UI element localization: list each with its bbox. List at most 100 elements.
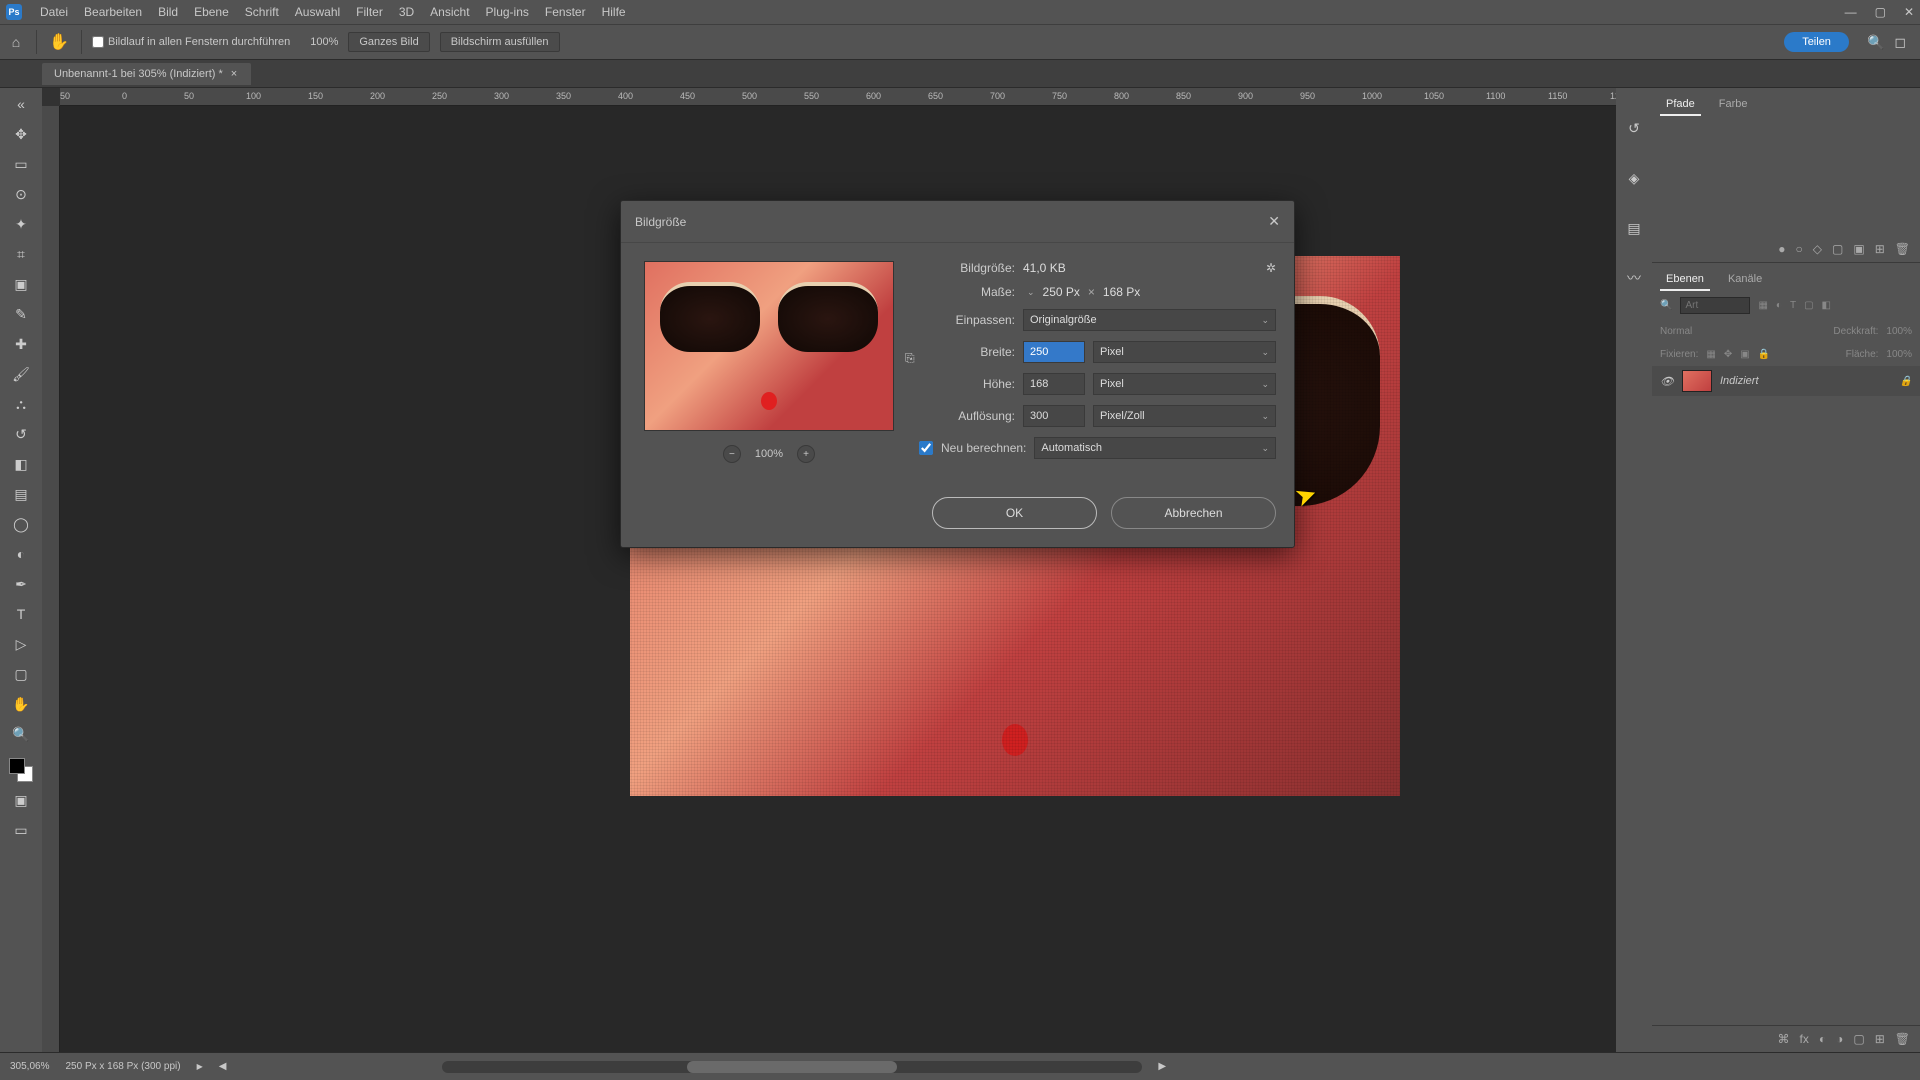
status-info-arrow-icon[interactable]: ▶ (197, 1062, 203, 1071)
menu-view[interactable]: Ansicht (422, 5, 477, 19)
screenmode-icon[interactable]: ▭ (9, 818, 33, 842)
layer-fx-icon[interactable]: fx (1800, 1032, 1809, 1046)
status-info[interactable]: 250 Px x 168 Px (300 ppi) (65, 1061, 180, 1072)
menu-select[interactable]: Auswahl (287, 5, 348, 19)
status-zoom[interactable]: 305,06% (10, 1061, 49, 1072)
menu-3d[interactable]: 3D (391, 5, 422, 19)
layer-filter-search-icon[interactable]: 🔍 (1660, 300, 1672, 311)
ok-button[interactable]: OK (932, 497, 1097, 529)
zoom-value[interactable]: 100% (310, 36, 338, 48)
tab-layers[interactable]: Ebenen (1660, 269, 1710, 291)
fit-whole-button[interactable]: Ganzes Bild (348, 32, 429, 52)
height-unit-select[interactable]: Pixel ⌄ (1093, 373, 1276, 395)
blur-tool-icon[interactable]: ◯ (9, 512, 33, 536)
window-close-icon[interactable]: ✕ (1904, 5, 1914, 19)
lock-pixels-icon[interactable]: ▦ (1706, 349, 1715, 360)
menu-type[interactable]: Schrift (237, 5, 287, 19)
frame-tool-icon[interactable]: ▣ (9, 272, 33, 296)
stamp-tool-icon[interactable]: ⛬ (9, 392, 33, 416)
wand-tool-icon[interactable]: ✦ (9, 212, 33, 236)
layers-panel-icon[interactable]: ◈ (1624, 168, 1644, 188)
dialog-close-icon[interactable]: ✕ (1268, 213, 1280, 230)
share-button[interactable]: Teilen (1784, 32, 1849, 52)
layer-visibility-icon[interactable]: 👁 (1660, 375, 1674, 388)
tab-paths[interactable]: Pfade (1660, 94, 1701, 116)
fill-screen-button[interactable]: Bildschirm ausfüllen (440, 32, 560, 52)
properties-panel-icon[interactable]: ▤ (1624, 218, 1644, 238)
dialog-gear-icon[interactable]: ✲ (1266, 261, 1276, 275)
scroll-left-icon[interactable]: ◀ (219, 1061, 227, 1072)
history-brush-tool-icon[interactable]: ↺ (9, 422, 33, 446)
color-swatch[interactable] (9, 758, 33, 782)
preview-zoom-out-button[interactable]: − (723, 445, 741, 463)
menu-filter[interactable]: Filter (348, 5, 391, 19)
app-icon[interactable]: Ps (6, 4, 22, 20)
crop-tool-icon[interactable]: ⌗ (9, 242, 33, 266)
height-input[interactable] (1023, 373, 1085, 395)
lock-all-icon[interactable]: 🔒 (1758, 349, 1770, 360)
layer-group-icon[interactable]: ▢ (1853, 1032, 1864, 1046)
menu-layer[interactable]: Ebene (186, 5, 237, 19)
layer-new-icon[interactable]: ⊞ (1875, 1032, 1885, 1046)
path-select-tool-icon[interactable]: ▷ (9, 632, 33, 656)
eraser-tool-icon[interactable]: ◧ (9, 452, 33, 476)
cancel-button[interactable]: Abbrechen (1111, 497, 1276, 529)
menu-edit[interactable]: Bearbeiten (76, 5, 150, 19)
layer-filter-smart-icon[interactable]: ◧ (1822, 300, 1831, 311)
shape-tool-icon[interactable]: ▢ (9, 662, 33, 686)
menu-image[interactable]: Bild (150, 5, 186, 19)
dodge-tool-icon[interactable]: ◐ (9, 542, 33, 566)
move-tool-icon[interactable]: ✥ (9, 122, 33, 146)
layer-row[interactable]: 👁 Indiziert 🔒 (1652, 366, 1920, 396)
pen-tool-icon[interactable]: ✒ (9, 572, 33, 596)
preview-zoom-in-button[interactable]: + (797, 445, 815, 463)
path-fill-icon[interactable]: ● (1778, 242, 1785, 256)
menu-plugins[interactable]: Plug-ins (478, 5, 537, 19)
resample-checkbox[interactable] (919, 441, 933, 455)
lasso-tool-icon[interactable]: ⊙ (9, 182, 33, 206)
window-maximize-icon[interactable]: ▢ (1875, 5, 1886, 19)
history-panel-icon[interactable]: ↺ (1624, 118, 1644, 138)
type-tool-icon[interactable]: T (9, 602, 33, 626)
menu-window[interactable]: Fenster (537, 5, 594, 19)
foreground-color-swatch[interactable] (9, 758, 25, 774)
zoom-tool-icon[interactable]: 🔍 (9, 722, 33, 746)
opacity-value[interactable]: 100% (1886, 326, 1912, 337)
hand-tool-icon[interactable]: ✋ (47, 30, 71, 54)
document-tab-close-icon[interactable]: × (231, 68, 237, 80)
tab-channels[interactable]: Kanäle (1722, 269, 1768, 291)
resample-method-select[interactable]: Automatisch ⌄ (1034, 437, 1276, 459)
layer-filter-shape-icon[interactable]: ▢ (1804, 300, 1813, 311)
layer-filter-input[interactable] (1680, 297, 1750, 314)
heal-tool-icon[interactable]: ✚ (9, 332, 33, 356)
path-mask-icon[interactable]: ▣ (1853, 242, 1864, 256)
fill-value[interactable]: 100% (1886, 349, 1912, 360)
tab-color[interactable]: Farbe (1713, 94, 1754, 116)
resolution-input[interactable] (1023, 405, 1085, 427)
resolution-unit-select[interactable]: Pixel/Zoll ⌄ (1093, 405, 1276, 427)
width-input[interactable] (1023, 341, 1085, 363)
menu-help[interactable]: Hilfe (594, 5, 634, 19)
blend-mode-select[interactable]: Normal (1660, 326, 1692, 337)
path-delete-icon[interactable]: 🗑 (1895, 242, 1910, 256)
dialog-preview[interactable] (644, 261, 894, 431)
quickmask-icon[interactable]: ▣ (9, 788, 33, 812)
lock-position-icon[interactable]: ✥ (1724, 349, 1732, 360)
adjustments-panel-icon[interactable]: 〰 (1624, 268, 1644, 288)
marquee-tool-icon[interactable]: ▭ (9, 152, 33, 176)
dimensions-unit-dropdown-icon[interactable]: ⌄ (1027, 287, 1035, 298)
link-dimensions-icon[interactable]: ⎘ (905, 351, 915, 366)
collapse-icon[interactable]: « (9, 92, 33, 116)
layer-filter-adj-icon[interactable]: ◐ (1776, 300, 1782, 311)
path-selection-icon[interactable]: ◇ (1813, 242, 1822, 256)
layer-filter-image-icon[interactable]: ▦ (1758, 300, 1767, 311)
window-minimize-icon[interactable]: — (1845, 5, 1857, 19)
path-stroke-icon[interactable]: ○ (1796, 242, 1803, 256)
fit-to-select[interactable]: Originalgröße ⌄ (1023, 309, 1276, 331)
layer-adjust-icon[interactable]: ◑ (1836, 1032, 1843, 1046)
layer-filter-type-icon[interactable]: T (1790, 300, 1796, 311)
eyedropper-tool-icon[interactable]: ✎ (9, 302, 33, 326)
gradient-tool-icon[interactable]: ▤ (9, 482, 33, 506)
layer-lock-icon[interactable]: 🔒 (1900, 376, 1912, 387)
home-icon[interactable]: ⌂ (6, 32, 26, 52)
